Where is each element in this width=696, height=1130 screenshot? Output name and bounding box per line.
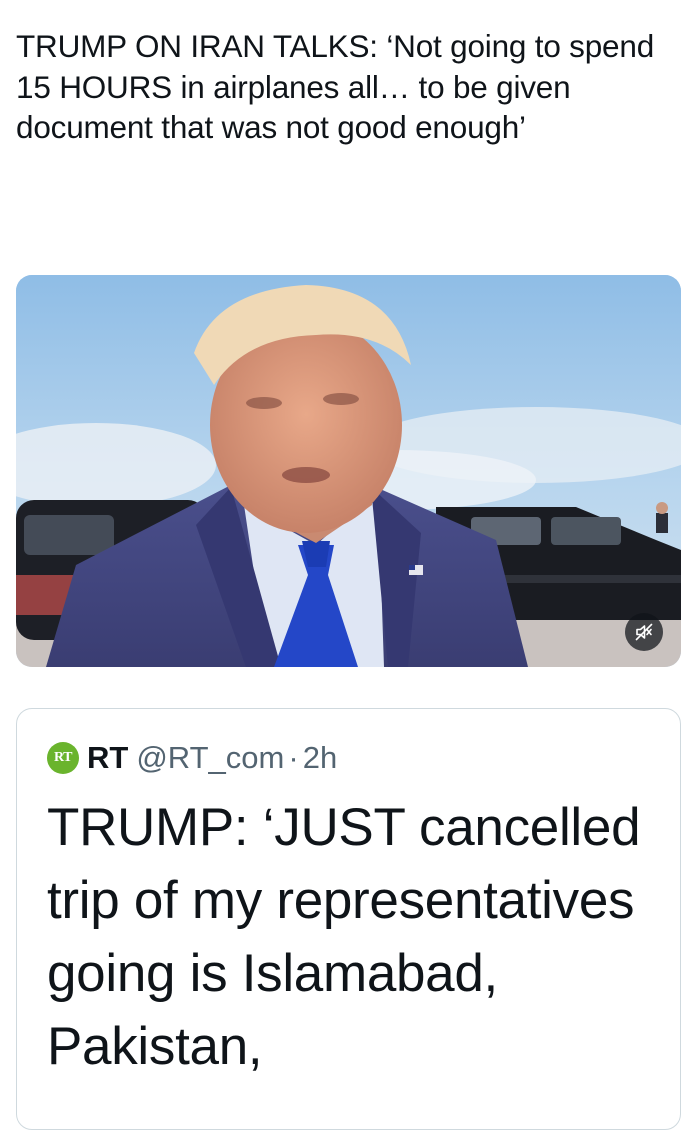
mute-toggle-button[interactable]: [625, 613, 663, 651]
meta-separator: ·: [288, 740, 299, 775]
avatar[interactable]: RT: [47, 742, 79, 774]
quoted-post-card[interactable]: RT RT @RT_com · 2h TRUMP: ‘JUST cancelle…: [16, 708, 681, 1130]
post-headline: TRUMP ON IRAN TALKS: ‘Not going to spend…: [16, 28, 655, 145]
quoted-post-header: RT RT @RT_com · 2h: [47, 735, 337, 781]
quoted-post-text: TRUMP: ‘JUST cancelled trip of my repres…: [47, 798, 641, 1076]
author-handle[interactable]: @RT_com: [136, 740, 284, 776]
avatar-label: RT: [54, 750, 72, 765]
video-player[interactable]: [16, 275, 681, 667]
post-timestamp[interactable]: 2h: [303, 740, 337, 776]
speaker-muted-icon: [635, 623, 653, 641]
video-frame: [16, 275, 681, 667]
author-name[interactable]: RT: [87, 740, 128, 776]
